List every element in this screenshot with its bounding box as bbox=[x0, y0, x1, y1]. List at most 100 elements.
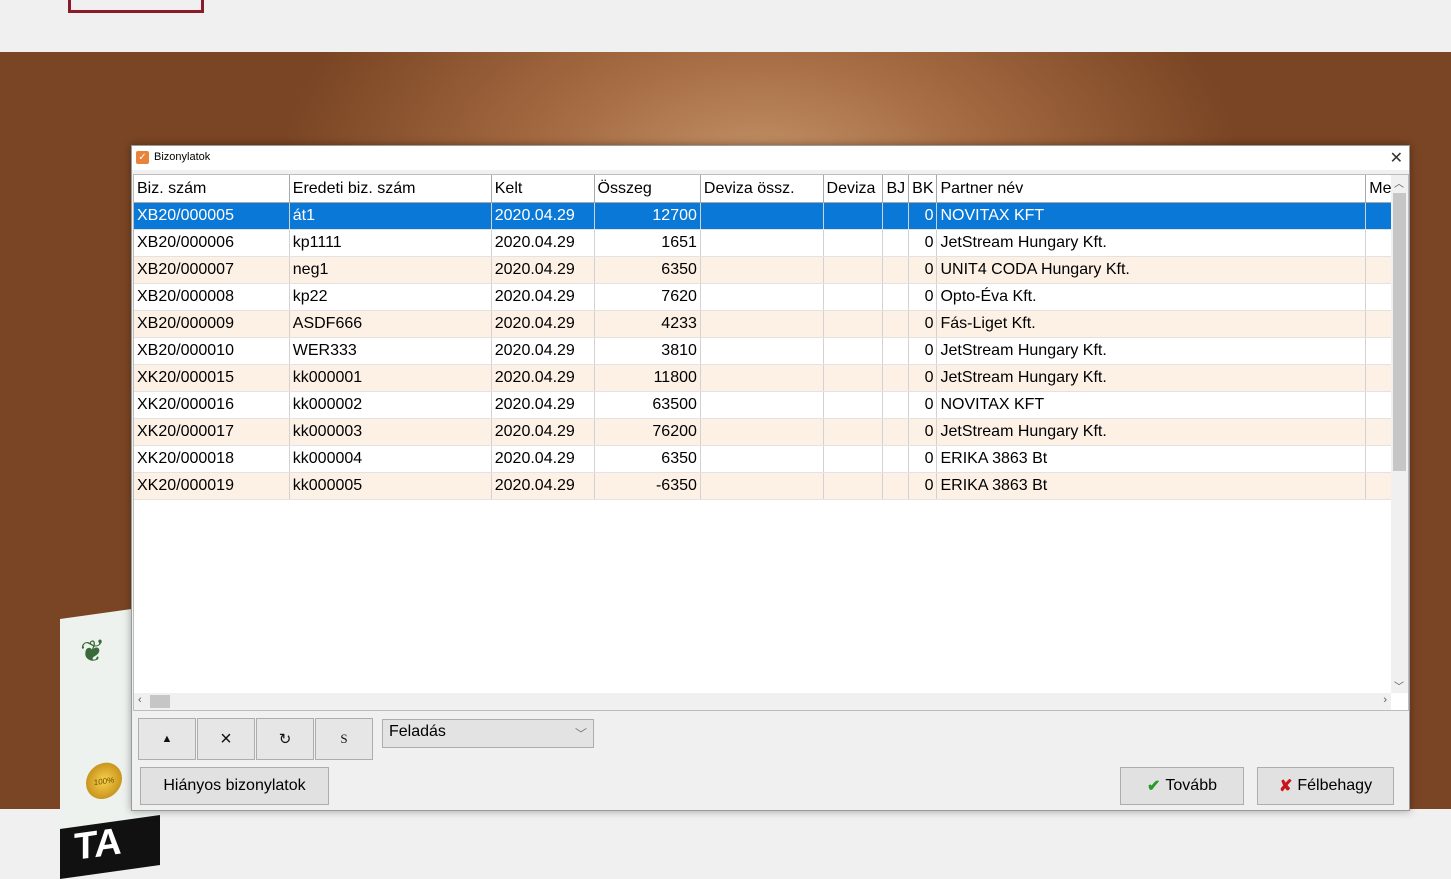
table-cell[interactable]: 12700 bbox=[594, 202, 701, 230]
table-cell[interactable]: WER333 bbox=[289, 337, 492, 365]
column-header[interactable]: Biz. szám bbox=[134, 175, 290, 203]
operation-select[interactable]: Feladás ﹀ bbox=[382, 719, 594, 748]
table-cell[interactable] bbox=[700, 418, 824, 446]
column-header[interactable]: Partner név bbox=[936, 175, 1367, 203]
column-header[interactable]: Deviza bbox=[823, 175, 884, 203]
table-cell[interactable]: 2020.04.29 bbox=[491, 472, 595, 500]
table-cell[interactable]: JetStream Hungary Kft. bbox=[936, 418, 1367, 446]
horizontal-scroll-thumb[interactable] bbox=[150, 695, 170, 708]
table-cell[interactable]: 7620 bbox=[594, 283, 701, 311]
table-cell[interactable]: kp1111 bbox=[289, 229, 492, 257]
table-cell[interactable] bbox=[882, 229, 910, 257]
vertical-scrollbar[interactable]: ︿ ﹀ bbox=[1391, 175, 1408, 693]
table-row[interactable]: XK20/000019 kk000005 2020.04.29 -6350 0 ERIKA… bbox=[134, 472, 1408, 500]
table-cell[interactable]: XB20/000006 bbox=[134, 229, 290, 257]
table-cell[interactable]: kk000001 bbox=[289, 364, 492, 392]
table-cell[interactable] bbox=[823, 445, 884, 473]
table-cell[interactable]: XB20/000010 bbox=[134, 337, 290, 365]
table-cell[interactable]: 3810 bbox=[594, 337, 701, 365]
table-cell[interactable]: 2020.04.29 bbox=[491, 256, 595, 284]
table-row[interactable]: XK20/000018 kk000004 2020.04.29 6350 0 ERIKA … bbox=[134, 445, 1408, 473]
table-cell[interactable]: NOVITAX KFT bbox=[936, 202, 1367, 230]
table-cell[interactable]: 1651 bbox=[594, 229, 701, 257]
column-header[interactable]: Eredeti biz. szám bbox=[289, 175, 492, 203]
table-cell[interactable]: 0 bbox=[908, 337, 938, 365]
table-cell[interactable]: XB20/000005 bbox=[134, 202, 290, 230]
table-cell[interactable] bbox=[882, 445, 910, 473]
table-cell[interactable]: 2020.04.29 bbox=[491, 445, 595, 473]
table-cell[interactable] bbox=[700, 256, 824, 284]
table-cell[interactable]: Fás-Liget Kft. bbox=[936, 310, 1367, 338]
table-cell[interactable] bbox=[823, 229, 884, 257]
table-cell[interactable] bbox=[700, 202, 824, 230]
table-cell[interactable]: 6350 bbox=[594, 445, 701, 473]
table-cell[interactable]: 76200 bbox=[594, 418, 701, 446]
table-cell[interactable]: 0 bbox=[908, 364, 938, 392]
table-cell[interactable] bbox=[882, 310, 910, 338]
table-cell[interactable]: 2020.04.29 bbox=[491, 202, 595, 230]
table-cell[interactable]: XB20/000007 bbox=[134, 256, 290, 284]
table-row[interactable]: XB20/000007 neg1 2020.04.29 6350 0 UNIT4 CODA… bbox=[134, 256, 1408, 284]
table-cell[interactable]: XK20/000019 bbox=[134, 472, 290, 500]
table-cell[interactable]: XB20/000008 bbox=[134, 283, 290, 311]
table-cell[interactable]: NOVITAX KFT bbox=[936, 391, 1367, 419]
table-cell[interactable] bbox=[823, 256, 884, 284]
table-cell[interactable] bbox=[823, 202, 884, 230]
table-cell[interactable] bbox=[700, 472, 824, 500]
table-cell[interactable]: 2020.04.29 bbox=[491, 364, 595, 392]
table-cell[interactable] bbox=[700, 391, 824, 419]
vertical-scroll-thumb[interactable] bbox=[1393, 193, 1406, 471]
horizontal-scrollbar[interactable]: ‹ › bbox=[134, 693, 1391, 710]
table-cell[interactable]: 2020.04.29 bbox=[491, 283, 595, 311]
table-cell[interactable]: kk000002 bbox=[289, 391, 492, 419]
table-cell[interactable]: 2020.04.29 bbox=[491, 337, 595, 365]
table-cell[interactable]: -6350 bbox=[594, 472, 701, 500]
table-cell[interactable]: 2020.04.29 bbox=[491, 310, 595, 338]
table-cell[interactable]: JetStream Hungary Kft. bbox=[936, 364, 1367, 392]
scroll-right-icon[interactable]: › bbox=[1383, 694, 1387, 706]
table-cell[interactable]: XK20/000015 bbox=[134, 364, 290, 392]
table-cell[interactable]: 0 bbox=[908, 256, 938, 284]
table-cell[interactable]: 0 bbox=[908, 202, 938, 230]
move-up-button[interactable]: ▲ bbox=[138, 718, 196, 760]
table-cell[interactable] bbox=[882, 472, 910, 500]
documents-grid[interactable]: Biz. szám Eredeti biz. szám Kelt Összeg Devi… bbox=[133, 174, 1409, 711]
table-cell[interactable]: XK20/000018 bbox=[134, 445, 290, 473]
table-row[interactable]: XK20/000016 kk000002 2020.04.29 63500 0 NOVIT… bbox=[134, 391, 1408, 419]
table-cell[interactable] bbox=[823, 472, 884, 500]
table-row[interactable]: XB20/000009 ASDF666 2020.04.29 4233 0 Fás-Lig… bbox=[134, 310, 1408, 338]
cancel-button[interactable]: ✘ Félbehagy bbox=[1257, 767, 1394, 805]
column-header[interactable]: BJ bbox=[882, 175, 910, 203]
table-cell[interactable] bbox=[882, 364, 910, 392]
table-cell[interactable]: 2020.04.29 bbox=[491, 391, 595, 419]
table-cell[interactable]: kk000005 bbox=[289, 472, 492, 500]
table-cell[interactable]: 4233 bbox=[594, 310, 701, 338]
table-cell[interactable] bbox=[700, 229, 824, 257]
table-cell[interactable]: át1 bbox=[289, 202, 492, 230]
table-row[interactable]: XB20/000008 kp22 2020.04.29 7620 0 Opto-Éva K… bbox=[134, 283, 1408, 311]
table-cell[interactable]: 0 bbox=[908, 229, 938, 257]
table-cell[interactable] bbox=[882, 283, 910, 311]
table-cell[interactable] bbox=[882, 391, 910, 419]
table-cell[interactable] bbox=[823, 418, 884, 446]
table-cell[interactable] bbox=[823, 310, 884, 338]
table-cell[interactable] bbox=[823, 337, 884, 365]
table-cell[interactable]: JetStream Hungary Kft. bbox=[936, 229, 1367, 257]
table-row[interactable]: XK20/000015 kk000001 2020.04.29 11800 0 JetSt… bbox=[134, 364, 1408, 392]
table-cell[interactable]: 0 bbox=[908, 445, 938, 473]
table-cell[interactable]: kk000004 bbox=[289, 445, 492, 473]
table-row[interactable]: XK20/000017 kk000003 2020.04.29 76200 0 JetSt… bbox=[134, 418, 1408, 446]
table-cell[interactable]: Opto-Éva Kft. bbox=[936, 283, 1367, 311]
table-cell[interactable]: UNIT4 CODA Hungary Kft. bbox=[936, 256, 1367, 284]
table-cell[interactable] bbox=[882, 418, 910, 446]
table-cell[interactable] bbox=[700, 445, 824, 473]
table-cell[interactable]: 0 bbox=[908, 283, 938, 311]
refresh-button[interactable]: ↻ bbox=[256, 718, 314, 760]
table-row[interactable]: XB20/000005 át1 2020.04.29 12700 0 NOVITAX KF… bbox=[134, 202, 1408, 230]
table-cell[interactable]: 0 bbox=[908, 391, 938, 419]
table-row[interactable]: XB20/000006 kp1111 2020.04.29 1651 0 JetStrea… bbox=[134, 229, 1408, 257]
table-cell[interactable] bbox=[700, 364, 824, 392]
table-cell[interactable]: kk000003 bbox=[289, 418, 492, 446]
table-cell[interactable]: 6350 bbox=[594, 256, 701, 284]
table-cell[interactable]: 11800 bbox=[594, 364, 701, 392]
